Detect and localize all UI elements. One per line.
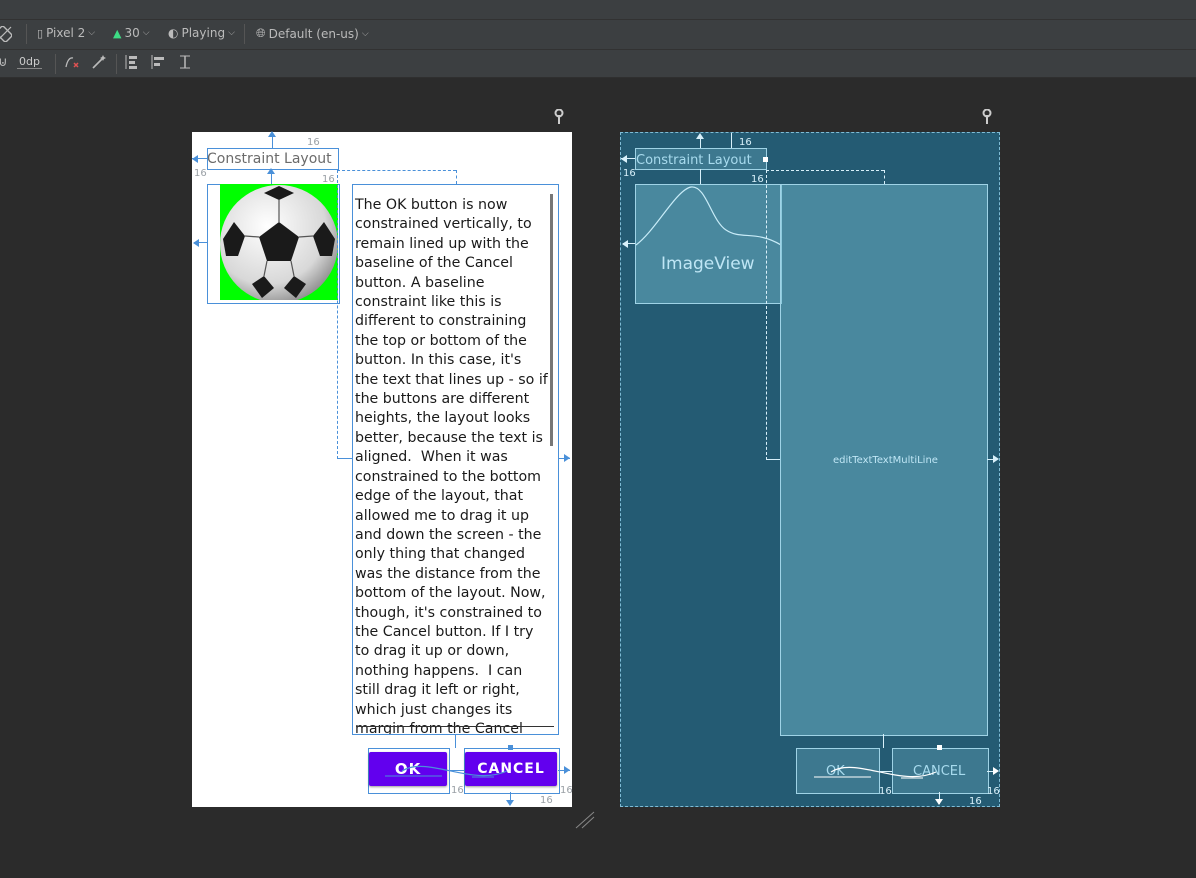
soccer-ball-image[interactable] bbox=[220, 184, 338, 300]
margin-label: 16 bbox=[194, 168, 207, 179]
constraint-arrow-icon bbox=[621, 155, 627, 163]
constraint-arrow-icon bbox=[193, 239, 199, 247]
constraint-arrow-icon bbox=[622, 240, 628, 248]
blueprint-edittext[interactable]: editTextTextMultiLine bbox=[780, 184, 988, 736]
constraint-line bbox=[337, 458, 352, 459]
theme-selector[interactable]: ◐ Playing ⌵ bbox=[168, 26, 235, 40]
constraint-arrow-icon bbox=[267, 168, 275, 174]
margin-label: 16 bbox=[307, 137, 320, 148]
constraint-arrow-icon bbox=[268, 131, 276, 137]
chevron-down-icon: ⌵ bbox=[142, 28, 150, 38]
guidelines-icon[interactable] bbox=[176, 54, 194, 72]
constraint-line bbox=[766, 459, 780, 460]
api-level-label: 30 bbox=[124, 26, 140, 40]
resize-handle[interactable] bbox=[937, 745, 942, 750]
locale-label: Default (en-us) bbox=[268, 26, 359, 41]
constraint-arrow-icon bbox=[993, 767, 999, 775]
infer-constraints-icon[interactable] bbox=[90, 54, 108, 72]
margin-label: 16 bbox=[540, 795, 553, 806]
android-icon: ▲ bbox=[113, 26, 122, 40]
margin-label: 16 bbox=[969, 796, 982, 807]
magnet-icon[interactable]: ⊍ bbox=[0, 54, 12, 72]
clear-constraints-icon[interactable] bbox=[63, 54, 81, 72]
constraint-arrow-icon bbox=[564, 454, 570, 462]
resize-handle[interactable] bbox=[763, 157, 768, 162]
edittext-label: editTextTextMultiLine bbox=[833, 455, 938, 466]
blueprint-constraint-path bbox=[883, 170, 885, 184]
align-icon[interactable] bbox=[149, 54, 167, 72]
margin-label: 16 bbox=[739, 137, 752, 148]
image-placeholder-graph bbox=[636, 186, 781, 246]
constraint-arrow-icon bbox=[696, 133, 704, 139]
blueprint-surface[interactable]: Constraint Layout 16 16 16 ImageView edi… bbox=[620, 132, 1000, 807]
blueprint-title-label: Constraint Layout bbox=[636, 153, 752, 168]
constraint-layout-title[interactable]: Constraint Layout bbox=[207, 151, 332, 167]
margin-label: 16 bbox=[987, 786, 1000, 797]
constraint-arrow-icon bbox=[564, 766, 570, 774]
constraint-arrow-icon bbox=[993, 455, 999, 463]
edittext-content[interactable]: The OK button is now constrained vertica… bbox=[355, 196, 549, 734]
design-surface[interactable]: Constraint Layout 16 16 16 The OK button… bbox=[192, 131, 573, 807]
margin-label: 16 bbox=[879, 786, 892, 797]
edittext-scrollbar[interactable] bbox=[550, 194, 553, 446]
globe-icon: 🌐︎ bbox=[256, 26, 266, 40]
api-level-selector[interactable]: ▲ 30 ⌵ bbox=[113, 26, 150, 40]
chevron-down-icon: ⌵ bbox=[361, 28, 369, 39]
margin-label: 16 bbox=[451, 785, 464, 796]
constraint-arrow-icon bbox=[935, 799, 943, 805]
constraint-line bbox=[878, 771, 892, 772]
chevron-down-icon: ⌵ bbox=[228, 28, 235, 38]
wrench-icon[interactable] bbox=[981, 108, 993, 129]
layout-editor-toolbar: ▯ Pixel 2 ⌵ ▲ 30 ⌵ ◐ Playing ⌵ 🌐︎ Defaul… bbox=[0, 20, 1196, 50]
margin-label: 16 bbox=[623, 168, 636, 179]
edittext-constraint-path bbox=[455, 170, 457, 184]
chevron-down-icon: ⌵ bbox=[88, 28, 96, 38]
theme-label: Playing bbox=[181, 26, 226, 40]
constraint-line bbox=[883, 734, 884, 748]
default-margin-field[interactable]: 0dp bbox=[17, 55, 42, 69]
theme-icon: ◐ bbox=[168, 26, 179, 40]
constraint-line bbox=[700, 169, 701, 184]
phone-icon: ▯ bbox=[37, 26, 44, 40]
wrench-icon[interactable] bbox=[553, 108, 565, 129]
device-label: Pixel 2 bbox=[46, 26, 86, 40]
locale-selector[interactable]: 🌐︎ Default (en-us) ⌵ bbox=[256, 26, 369, 41]
device-selector[interactable]: ▯ Pixel 2 ⌵ bbox=[37, 26, 95, 40]
margin-label: 16 bbox=[560, 785, 573, 796]
edittext-underline bbox=[356, 726, 554, 727]
blueprint-imageview[interactable]: ImageView bbox=[635, 184, 782, 304]
constraint-line bbox=[455, 734, 456, 748]
constraint-line bbox=[731, 133, 732, 148]
editor-tab-strip bbox=[0, 0, 1196, 20]
resize-handle[interactable] bbox=[508, 745, 513, 750]
constraint-line bbox=[448, 770, 464, 771]
constraint-toolbar: ⊍ 0dp bbox=[0, 50, 1196, 78]
orientation-icon[interactable] bbox=[0, 26, 12, 42]
constraint-arrow-icon bbox=[506, 800, 514, 806]
pack-icon[interactable] bbox=[122, 54, 140, 72]
constraint-arrow-icon bbox=[192, 155, 198, 163]
imageview-label: ImageView bbox=[661, 254, 755, 274]
resize-corner-icon[interactable] bbox=[574, 810, 596, 830]
multiline-edittext[interactable]: The OK button is now constrained vertica… bbox=[352, 184, 558, 734]
